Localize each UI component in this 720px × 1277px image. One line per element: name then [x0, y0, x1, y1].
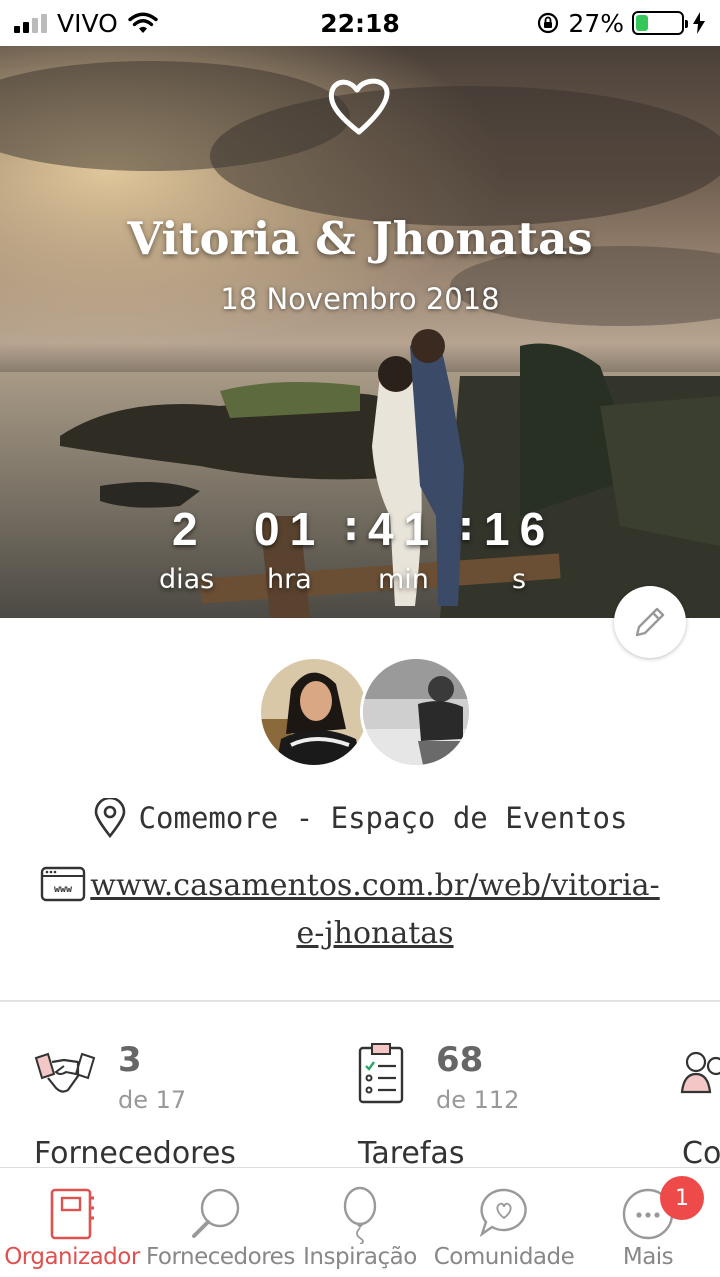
location-pin-icon — [94, 798, 125, 838]
nav-comunidade[interactable]: Comunidade — [432, 1168, 576, 1277]
notification-badge: 1 — [660, 1176, 704, 1220]
tarefas-count: 68 — [436, 1040, 484, 1080]
countdown-separator: : — [343, 504, 359, 550]
website-link[interactable]: www.casamentos.com.br/web/vitoria-e-jhon… — [90, 862, 660, 958]
status-bar: VIVO 22:18 27% — [0, 0, 720, 46]
status-right: 27% — [536, 9, 706, 38]
nav-fornecedores-label: Fornecedores — [146, 1244, 295, 1270]
website-row: www.casamentos.com.br/web/vitoria-e-jhon… — [90, 862, 670, 958]
stat-fornecedores[interactable]: 3 de 17 Fornecedores — [0, 1040, 330, 1171]
guests-icon — [680, 1051, 720, 1094]
countdown-days: 2 — [172, 503, 208, 555]
bottom-nav: Organizador Fornecedores Inspiração Comu… — [0, 1167, 720, 1277]
pencil-icon — [635, 607, 665, 637]
convidados-label: Co — [682, 1136, 720, 1170]
rotation-lock-icon — [538, 12, 559, 34]
countdown-separator: : — [458, 504, 474, 550]
groom-avatar[interactable] — [360, 656, 472, 768]
nav-comunidade-label: Comunidade — [433, 1244, 575, 1270]
charging-bolt-icon — [693, 12, 705, 34]
heart-outline-icon — [328, 78, 390, 135]
groom-photo — [363, 659, 469, 765]
section-divider — [0, 1000, 720, 1002]
nav-organizador[interactable]: Organizador — [0, 1168, 144, 1277]
browser-window-icon: www — [40, 866, 86, 902]
wifi-icon — [128, 12, 158, 33]
checklist-clipboard-icon — [358, 1043, 404, 1104]
countdown-hours-label: hra — [267, 564, 312, 595]
countdown: 2 01 : 41 : 16 dias hra min s — [0, 502, 720, 602]
hero-cover-photo: Vitoria & Jhonatas 18 Novembro 2018 2 01… — [0, 46, 720, 618]
wedding-date: 18 Novembro 2018 — [220, 282, 500, 316]
nav-fornecedores[interactable]: Fornecedores — [146, 1168, 295, 1277]
edit-cover-button[interactable] — [614, 586, 686, 658]
nav-mais-label: Mais — [622, 1244, 674, 1270]
couple-avatars — [258, 656, 472, 770]
magnifier-icon — [192, 1188, 240, 1238]
nav-inspiracao-label: Inspiração — [303, 1244, 417, 1270]
venue-name: Comemore - Espaço de Eventos — [138, 801, 628, 835]
countdown-seconds: 16 — [484, 503, 556, 555]
tarefas-total: de 112 — [436, 1086, 520, 1114]
countdown-minutes-label: min — [378, 564, 429, 595]
nav-inspiracao[interactable]: Inspiração — [292, 1168, 428, 1277]
bride-photo — [261, 659, 367, 765]
venue-row[interactable]: Comemore - Espaço de Eventos — [0, 798, 720, 838]
svg-text:www: www — [54, 884, 73, 895]
carrier-label: VIVO — [57, 8, 118, 38]
fornecedores-total: de 17 — [118, 1086, 187, 1114]
organizer-book-icon — [50, 1188, 94, 1240]
status-left: VIVO — [14, 9, 158, 38]
battery-percent: 27% — [568, 8, 624, 38]
fornecedores-label: Fornecedores — [34, 1136, 236, 1171]
fornecedores-count: 3 — [118, 1040, 142, 1080]
handshake-icon — [34, 1052, 96, 1093]
battery-icon — [632, 11, 688, 35]
balloon-icon — [343, 1186, 377, 1244]
nav-organizador-label: Organizador — [4, 1244, 140, 1270]
countdown-hours: 01 — [254, 503, 326, 555]
stat-tarefas[interactable]: 68 de 112 Tarefas — [330, 1040, 650, 1171]
bride-avatar[interactable] — [258, 656, 370, 768]
stat-convidados[interactable]: Co — [650, 1040, 720, 1170]
tarefas-label: Tarefas — [358, 1136, 465, 1171]
chat-heart-icon — [479, 1188, 527, 1238]
couple-names: Vitoria & Jhonatas — [127, 212, 593, 265]
countdown-days-label: dias — [159, 564, 215, 595]
countdown-seconds-label: s — [512, 564, 527, 595]
battery-fill — [636, 15, 648, 31]
signal-icon — [14, 13, 47, 33]
countdown-minutes: 41 — [368, 503, 440, 555]
